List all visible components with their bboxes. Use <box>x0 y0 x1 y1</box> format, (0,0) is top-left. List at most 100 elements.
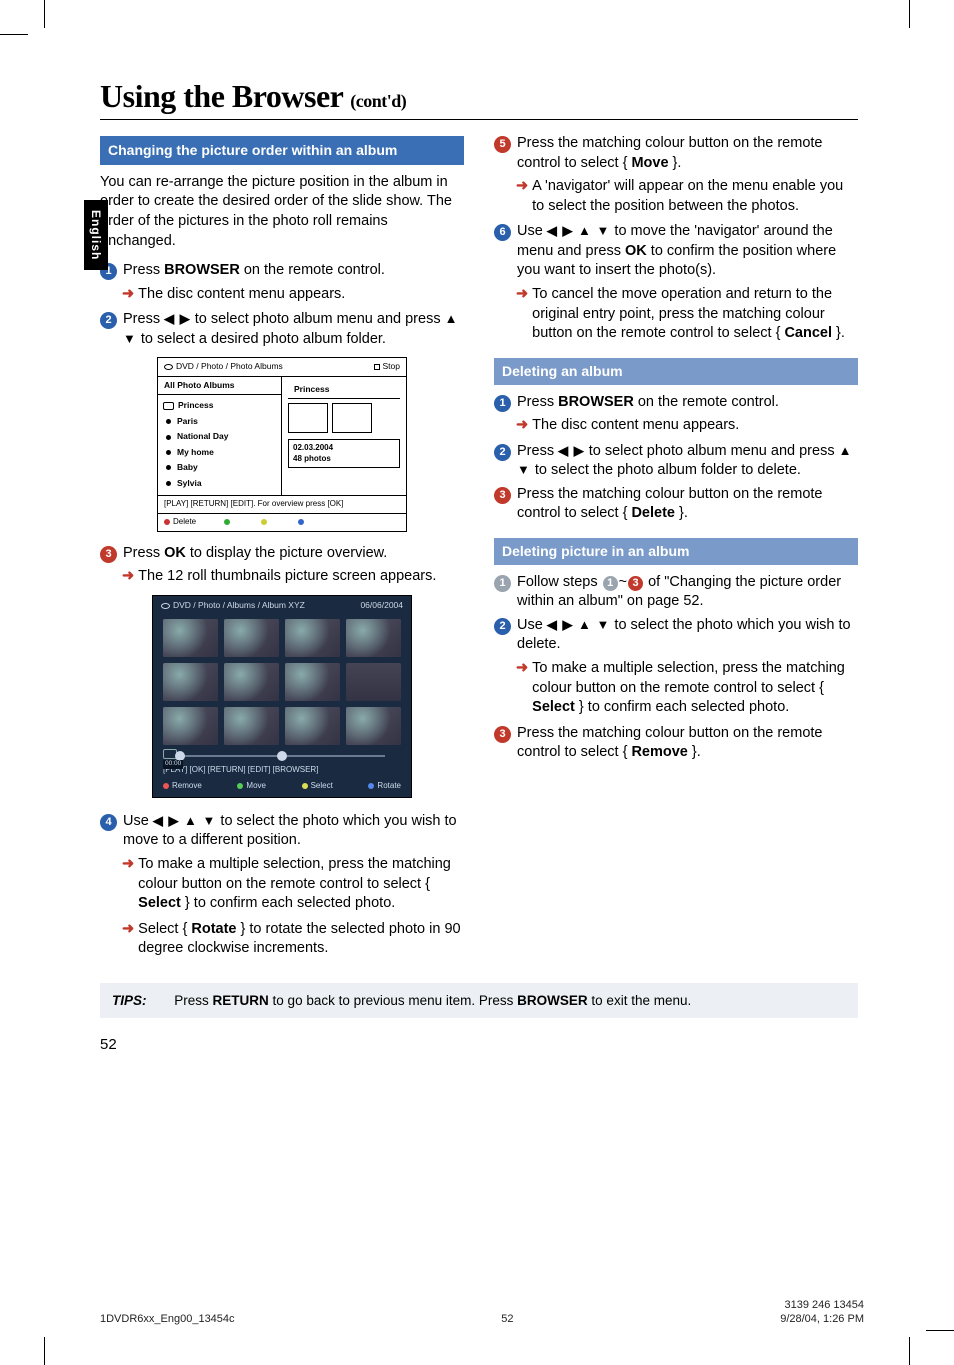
text: to select photo album menu and press <box>191 311 445 327</box>
arrow-icon: ➜ <box>122 285 134 305</box>
cancel-keyword: Cancel <box>784 325 832 341</box>
dpad-arrows-icon: ◀ ▶ ▲ ▼ <box>547 223 611 238</box>
color-btn-label: Remove <box>172 781 202 790</box>
result-text: To cancel the move operation and return … <box>532 285 858 344</box>
stop-label: Stop <box>383 361 401 371</box>
print-footer: 1DVDR6xx_Eng00_13454c 52 9/28/04, 1:26 P… <box>100 1313 864 1325</box>
step-4-text: Use ◀ ▶ ▲ ▼ to select the photo which yo… <box>123 812 464 851</box>
page-title: Using the Browser (cont'd) <box>100 78 858 120</box>
dpad-lr-icon: ◀ ▶ <box>558 443 585 458</box>
title-contd: (cont'd) <box>350 91 406 111</box>
step-bullet-1-icon: 1 <box>494 395 511 412</box>
text: to exit the menu. <box>588 993 692 1008</box>
step-2: 2 Press ◀ ▶ to select photo album menu a… <box>100 310 464 349</box>
move-keyword: Move <box>631 155 668 171</box>
step-bullet-2-icon: 2 <box>100 312 117 329</box>
result-text: A 'navigator' will appear on the menu en… <box>532 177 858 216</box>
slider-knob <box>277 751 287 761</box>
thumbnail-cell <box>163 619 218 657</box>
blue-dot-icon <box>368 783 374 789</box>
thumbnail-cell <box>224 663 279 701</box>
bullet-icon <box>166 465 171 470</box>
step-bullet-5-icon: 5 <box>494 136 511 153</box>
text: to display the picture overview. <box>186 545 388 561</box>
step-bullet-6-icon: 6 <box>494 224 511 241</box>
browser-keyword: BROWSER <box>558 394 634 410</box>
album-count: 48 photos <box>293 454 395 464</box>
da-step-2: 2 Press ◀ ▶ to select photo album menu a… <box>494 442 858 481</box>
date-label: 06/06/2004 <box>360 600 403 611</box>
bullet-icon <box>166 481 171 486</box>
subheader-delete-album: Deleting an album <box>494 358 858 385</box>
text: on the remote control. <box>240 262 385 278</box>
text: Use <box>123 813 153 829</box>
album-list-figure: DVD / Photo / Photo Albums Stop All Phot… <box>157 357 407 531</box>
arrow-icon: ➜ <box>122 567 134 587</box>
arrow-icon: ➜ <box>122 855 134 875</box>
text: Press <box>123 262 164 278</box>
select-keyword: Select <box>138 895 181 911</box>
text: To make a multiple selection, press the … <box>138 856 451 892</box>
text: Use <box>517 223 547 239</box>
result-text: The 12 roll thumbnails picture screen ap… <box>138 567 436 587</box>
browser-keyword: BROWSER <box>517 993 588 1008</box>
step-6: 6 Use ◀ ▶ ▲ ▼ to move the 'navigator' ar… <box>494 222 858 281</box>
album-label: ALB. <box>346 665 401 673</box>
dp-step-1-text: Follow steps 1~3 of "Changing the pictur… <box>517 573 858 612</box>
step-bullet-4-icon: 4 <box>100 814 117 831</box>
step-bullet-2-icon: 2 <box>494 618 511 635</box>
return-keyword: RETURN <box>213 993 269 1008</box>
time-label: 00:00 <box>163 760 183 769</box>
inline-bullet-3-icon: 3 <box>628 576 643 591</box>
color-btn-label: Delete <box>173 517 196 526</box>
list-item: Sylvia <box>177 478 202 489</box>
list-item: Paris <box>177 416 198 427</box>
text: on the remote control. <box>634 394 779 410</box>
text: to select the photo album folder to dele… <box>531 462 801 478</box>
text: to select photo album menu and press <box>585 443 839 459</box>
subheader-delete-picture: Deleting picture in an album <box>494 538 858 565</box>
timeline-slider: 00:00 <box>163 749 401 763</box>
result-text: To make a multiple selection, press the … <box>138 855 464 914</box>
dp-step-2-text: Use ◀ ▶ ▲ ▼ to select the photo which yo… <box>517 616 858 655</box>
step-3-result: ➜ The 12 roll thumbnails picture screen … <box>100 567 464 587</box>
list-item: Baby <box>177 462 198 473</box>
ok-keyword: OK <box>625 243 647 259</box>
thumbnail-cell <box>285 663 340 701</box>
step-3-text: Press OK to display the picture overview… <box>123 544 464 564</box>
dp-step-2-result: ➜ To make a multiple selection, press th… <box>494 659 858 718</box>
text: } to confirm each selected photo. <box>181 895 395 911</box>
crop-mark <box>926 1330 954 1331</box>
disc-icon <box>164 364 173 370</box>
step-4: 4 Use ◀ ▶ ▲ ▼ to select the photo which … <box>100 812 464 851</box>
list-item: National Day <box>177 431 229 442</box>
hint-bar: [PLAY] [OK] [RETURN] [EDIT] [BROWSER] <box>153 763 411 778</box>
da-step-2-text: Press ◀ ▶ to select photo album menu and… <box>517 442 858 481</box>
step-1: 1 Press BROWSER on the remote control. <box>100 261 464 281</box>
panel-header: Princess <box>288 381 400 399</box>
da-step-1: 1 Press BROWSER on the remote control. <box>494 393 858 413</box>
text: }. <box>832 325 845 341</box>
text: }. <box>669 155 682 171</box>
footer-timestamp: 9/28/04, 1:26 PM <box>780 1313 864 1325</box>
dpad-lr-icon: ◀ ▶ <box>164 311 191 326</box>
text: To make a multiple selection, press the … <box>532 660 845 696</box>
text: Select { <box>138 921 191 937</box>
photoroll-icon <box>163 402 174 410</box>
album-meta: 02.03.2004 48 photos <box>288 439 400 468</box>
result-text: The disc content menu appears. <box>532 416 739 436</box>
arrow-icon: ➜ <box>516 416 528 436</box>
dp-step-3-text: Press the matching colour button on the … <box>517 724 858 763</box>
text: to select a desired photo album folder. <box>137 331 386 347</box>
text: Press <box>517 443 558 459</box>
step-4-result-1: ➜ To make a multiple selection, press th… <box>100 855 464 914</box>
dp-step-3: 3 Press the matching colour button on th… <box>494 724 858 763</box>
select-keyword: Select <box>532 699 575 715</box>
rotate-keyword: Rotate <box>191 921 236 937</box>
language-tab: English <box>84 200 108 270</box>
text: Press <box>174 993 212 1008</box>
green-dot-icon <box>237 783 243 789</box>
text: }. <box>675 505 688 521</box>
album-list: Princess Paris National Day My home Baby… <box>158 395 281 495</box>
thumbnail-cell <box>285 619 340 657</box>
